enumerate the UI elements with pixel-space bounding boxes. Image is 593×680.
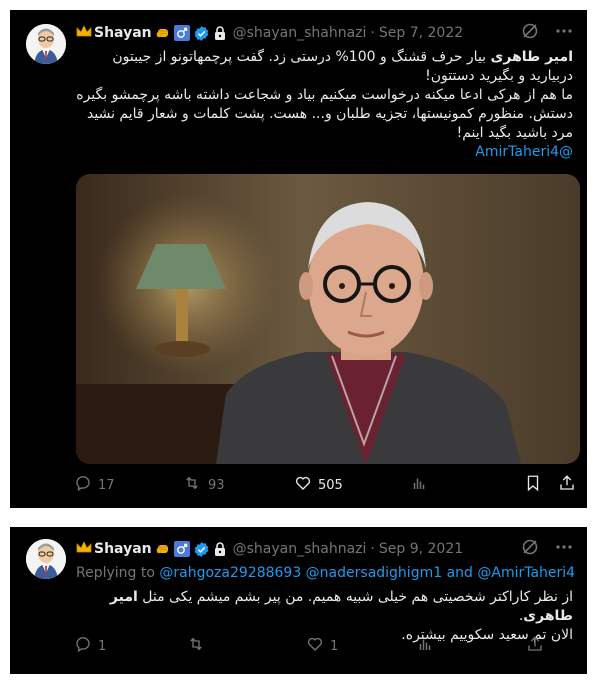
share-button[interactable] [526, 635, 544, 657]
separator-dot: · [370, 541, 375, 557]
lock-icon [213, 25, 227, 41]
like-icon [306, 635, 324, 657]
bookmark-button[interactable] [524, 474, 558, 496]
like-button[interactable]: 505 [294, 474, 410, 496]
tweet-text-paragraph-1: امیر طاهری بیار حرف قشنگ و 100% درستی زد… [76, 48, 573, 86]
tweet-text: امیر طاهری بیار حرف قشنگ و 100% درستی زد… [76, 48, 573, 162]
like-button[interactable]: 1 [306, 635, 416, 657]
user-handle[interactable]: @shayan_shahnazi [233, 541, 367, 557]
retweet-icon [186, 635, 206, 657]
tweet-card-2[interactable]: Shayan @shayan_shahnazi · Sep 9, 2021 Re… [10, 527, 587, 674]
fist-icon [155, 25, 171, 41]
retweet-button[interactable]: 93 [182, 474, 294, 496]
retweet-button[interactable] [186, 635, 306, 657]
tweet-text-paragraph-1: از نظر کاراکتر شخصیتی هم خیلی شبیه همیم.… [76, 588, 573, 626]
tweet-date[interactable]: Sep 7, 2022 [379, 25, 463, 41]
male-sign-icon [173, 25, 190, 41]
crown-icon [76, 24, 92, 42]
reply-button[interactable]: 1 [74, 635, 186, 657]
text-line-1: از نظر کاراکتر شخصیتی هم خیلی شبیه همیم.… [137, 589, 573, 605]
like-icon [294, 474, 312, 496]
reply-icon [74, 474, 92, 496]
separator-dot: · [370, 25, 375, 41]
tweet-date[interactable]: Sep 9, 2021 [379, 541, 463, 557]
crown-icon [76, 540, 92, 558]
bookmark-icon [524, 474, 542, 496]
tweet-header: Shayan @shayan_shahnazi · Sep 7, 2022 [76, 22, 573, 44]
views-icon [410, 474, 428, 496]
replying-mentions[interactable]: @rahgoza29288693 @nadersadighigm1 and @A… [159, 565, 575, 581]
share-icon [558, 474, 576, 496]
retweet-count: 93 [208, 477, 225, 493]
retweet-icon [182, 474, 202, 496]
user-handle[interactable]: @shayan_shahnazi [233, 25, 367, 41]
display-name[interactable]: Shayan [94, 25, 152, 41]
display-name[interactable]: Shayan [94, 541, 152, 557]
reply-button[interactable]: 17 [74, 474, 182, 496]
reply-count: 17 [98, 477, 115, 493]
tweet-text-paragraph-2: ما هم از هرکی ادعا میکنه درخواست میکنیم … [76, 87, 573, 141]
replying-label: Replying to [76, 565, 155, 581]
like-count: 505 [318, 477, 343, 493]
views-button[interactable] [416, 635, 526, 657]
tweet-header: Shayan @shayan_shahnazi · Sep 9, 2021 [76, 538, 573, 560]
reply-count: 1 [98, 638, 107, 654]
mention-link[interactable]: @AmirTaheri4 [475, 144, 573, 160]
tweet-actions: 17 93 505 [74, 475, 581, 495]
more-icon[interactable] [555, 538, 573, 560]
male-sign-icon [173, 541, 190, 557]
tweet-actions: 1 1 [74, 636, 581, 656]
verified-badge-icon[interactable] [193, 541, 210, 558]
verified-badge-icon[interactable] [193, 25, 210, 42]
avatar[interactable] [26, 539, 66, 579]
tweet-card-1[interactable]: Shayan @shayan_shahnazi · Sep 7, 2022 ام… [10, 10, 587, 508]
like-count: 1 [330, 638, 339, 654]
tweet-image[interactable] [76, 174, 580, 464]
fist-icon [155, 541, 171, 557]
bold-name: امیر طاهری [490, 49, 573, 65]
share-icon [526, 635, 544, 657]
views-button[interactable] [410, 474, 524, 496]
views-icon [416, 635, 434, 657]
lock-icon [213, 541, 227, 557]
grok-icon[interactable] [521, 22, 539, 44]
avatar[interactable] [26, 24, 66, 64]
reply-icon [74, 635, 92, 657]
replying-to: Replying to @rahgoza29288693 @nadersadig… [76, 565, 575, 581]
grok-icon[interactable] [521, 538, 539, 560]
share-button[interactable] [558, 474, 576, 496]
more-icon[interactable] [555, 22, 573, 44]
